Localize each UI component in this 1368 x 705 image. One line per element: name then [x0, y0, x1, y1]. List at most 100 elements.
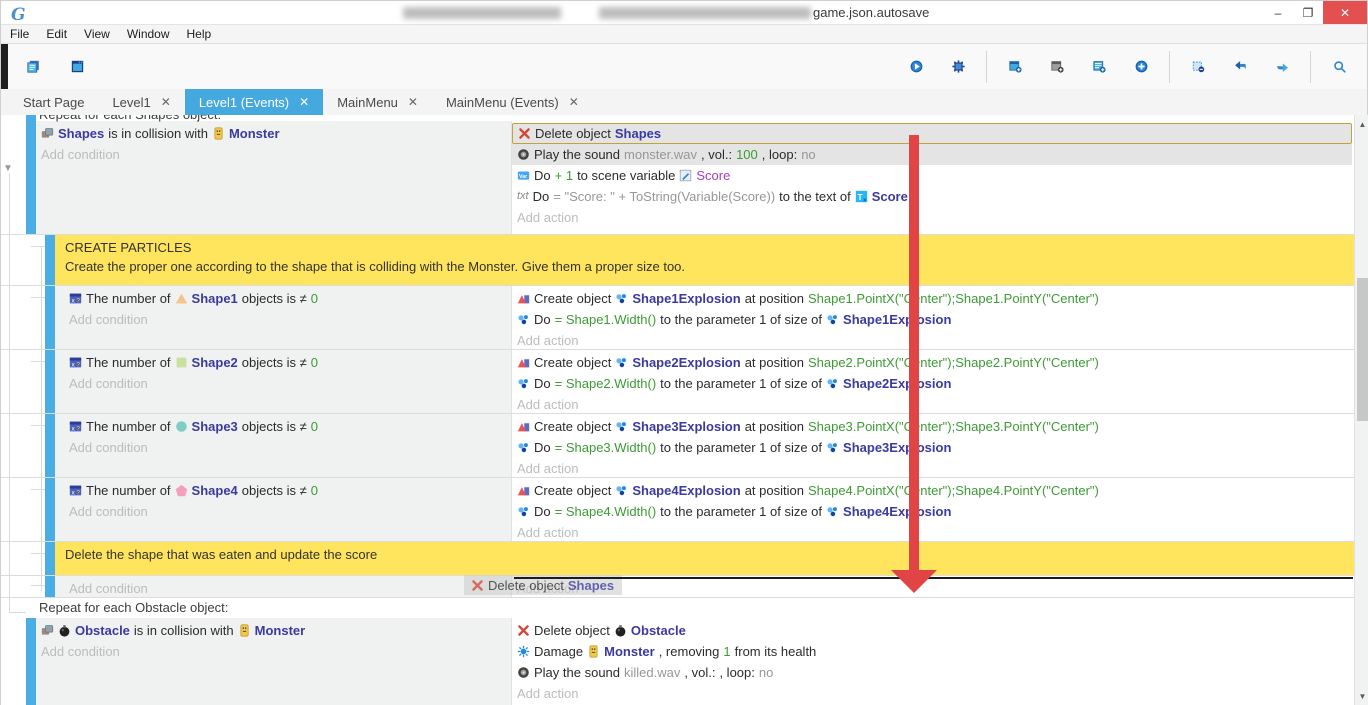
tab-mainmenu-events-[interactable]: MainMenu (Events)✕: [432, 89, 593, 115]
action-row[interactable]: Do = Shape2.Width() to the parameter 1 o…: [512, 373, 1354, 394]
add-condition-link[interactable]: Add condition: [55, 373, 511, 394]
undo-icon: [1234, 60, 1247, 73]
comment-box[interactable]: Delete the shape that was eaten and upda…: [55, 542, 1354, 575]
text-segment: Monster: [255, 623, 306, 638]
add-circle-button[interactable]: [1123, 49, 1159, 85]
particle-icon: [615, 356, 628, 369]
menu-window[interactable]: Window: [127, 27, 170, 41]
scroll-down-icon[interactable]: ▼: [1355, 689, 1368, 704]
add-condition-link[interactable]: Add condition: [36, 144, 511, 165]
text-segment: Monster: [229, 126, 280, 141]
add-action-link[interactable]: Add action: [512, 458, 1354, 479]
project-manager-button[interactable]: [15, 49, 51, 85]
menu-help[interactable]: Help: [187, 27, 212, 41]
collapse-arrow-icon[interactable]: ▼: [3, 163, 13, 174]
event-indent-bar: [45, 414, 55, 477]
action-row[interactable]: Do = Shape4.Width() to the parameter 1 o…: [512, 501, 1354, 522]
text-segment: , removing: [659, 644, 720, 659]
comment-box[interactable]: CREATE PARTICLESCreate the proper one ac…: [55, 235, 1354, 285]
action-row[interactable]: VarDo + 1 to scene variable Score: [512, 165, 1354, 186]
tree-tick: [31, 246, 45, 247]
comment-block[interactable]: CREATE PARTICLESCreate the proper one ac…: [1, 235, 1354, 285]
menu-edit[interactable]: Edit: [46, 27, 67, 41]
text-segment: Shape3.PointX("Center");Shape3.PointY("C…: [808, 419, 1099, 434]
delete-event-button[interactable]: [1180, 49, 1216, 85]
action-row[interactable]: Delete object Obstacle: [512, 620, 1354, 641]
add-condition-link[interactable]: Add condition: [55, 578, 511, 599]
condition-row[interactable]: Obstacle is in collision with Monster: [36, 620, 511, 641]
add-subevent-button[interactable]: [1081, 49, 1117, 85]
event-block[interactable]: Repeat for each Shapes object:Shapes is …: [1, 115, 1354, 234]
maximize-button[interactable]: ❐: [1293, 1, 1323, 24]
create-icon: [517, 356, 530, 369]
action-row[interactable]: Create object Shape1Explosion at positio…: [512, 288, 1354, 309]
action-row[interactable]: Create object Shape3Explosion at positio…: [512, 416, 1354, 437]
action-row[interactable]: Create object Shape4Explosion at positio…: [512, 480, 1354, 501]
tab-level1-events-[interactable]: Level1 (Events)✕: [185, 89, 323, 115]
add-action-link[interactable]: Add action: [512, 330, 1354, 351]
add-condition-link[interactable]: Add condition: [55, 309, 511, 330]
event-block[interactable]: x?The number of Shape2 objects is ≠ 0Add…: [1, 350, 1354, 413]
add-event-icon: [1009, 60, 1022, 73]
event-block[interactable]: x?The number of Shape4 objects is ≠ 0Add…: [1, 478, 1354, 541]
action-row[interactable]: Do = Shape3.Width() to the parameter 1 o…: [512, 437, 1354, 458]
action-row[interactable]: Damage Monster, removing 1 from its heal…: [512, 641, 1354, 662]
close-tab-icon[interactable]: ✕: [299, 95, 309, 109]
condition-row[interactable]: Shapes is in collision with Monster: [36, 123, 511, 144]
condition-row[interactable]: x?The number of Shape2 objects is ≠ 0: [55, 352, 511, 373]
add-action-link[interactable]: Add action: [512, 683, 1354, 704]
add-condition-label: Add condition: [69, 581, 148, 596]
event-block[interactable]: Repeat for each Obstacle object:Obstacle…: [1, 598, 1354, 705]
menu-file[interactable]: File: [10, 27, 29, 41]
redacted-title-text: [403, 7, 561, 19]
scroll-up-icon[interactable]: ▲: [1355, 117, 1368, 132]
preview-play-button[interactable]: [898, 49, 934, 85]
text-segment: 0: [311, 355, 318, 370]
conditions-column: x?The number of Shape4 objects is ≠ 0Add…: [55, 478, 511, 541]
condition-row[interactable]: x?The number of Shape3 objects is ≠ 0: [55, 416, 511, 437]
tab-start-page[interactable]: Start Page: [9, 89, 98, 115]
tab-mainmenu[interactable]: MainMenu ✕: [323, 89, 432, 115]
condition-row[interactable]: x?The number of Shape4 objects is ≠ 0: [55, 480, 511, 501]
text-segment: Obstacle: [631, 623, 686, 638]
tab-level1[interactable]: Level1✕: [98, 89, 184, 115]
close-tab-icon[interactable]: ✕: [161, 95, 171, 109]
add-action-link[interactable]: Add action: [512, 207, 1354, 228]
event-block[interactable]: x?The number of Shape3 objects is ≠ 0Add…: [1, 414, 1354, 477]
add-condition-link[interactable]: Add condition: [55, 437, 511, 458]
scrollbar-thumb[interactable]: [1357, 278, 1368, 421]
add-condition-link[interactable]: Add condition: [36, 641, 511, 662]
redo-button[interactable]: [1264, 49, 1300, 85]
vertical-scrollbar[interactable]: ▲ ▼: [1354, 115, 1368, 705]
minimize-button[interactable]: –: [1263, 1, 1293, 24]
event-block[interactable]: Add conditionAdd action: [1, 576, 1354, 597]
event-block[interactable]: x?The number of Shape1 objects is ≠ 0Add…: [1, 286, 1354, 349]
menu-view[interactable]: View: [84, 27, 110, 41]
toolbar-separator: [1310, 51, 1311, 83]
condition-row[interactable]: x?The number of Shape1 objects is ≠ 0: [55, 288, 511, 309]
add-action-link[interactable]: Add action: [512, 522, 1354, 543]
add-action-link[interactable]: Add action: [512, 394, 1354, 415]
action-row[interactable]: Play the sound monster.wav, vol.: 100, l…: [512, 144, 1352, 165]
close-tab-icon[interactable]: ✕: [408, 95, 418, 109]
add-event-button[interactable]: [997, 49, 1033, 85]
gdevelop-logo-icon: G: [9, 4, 29, 22]
action-row[interactable]: Create object Shape2Explosion at positio…: [512, 352, 1354, 373]
add-comment-button[interactable]: [1039, 49, 1075, 85]
action-row[interactable]: Play the sound killed.wav, vol.: , loop:…: [512, 662, 1354, 683]
debug-button[interactable]: [940, 49, 976, 85]
close-tab-icon[interactable]: ✕: [569, 95, 579, 109]
action-row[interactable]: Delete object Shapes: [512, 123, 1352, 144]
bomb-icon: [58, 624, 71, 637]
action-row[interactable]: txtDo = "Score: " + ToString(Variable(Sc…: [512, 186, 1354, 207]
close-button[interactable]: ✕: [1323, 1, 1367, 24]
add-condition-link[interactable]: Add condition: [55, 501, 511, 522]
start-page-button[interactable]: [59, 49, 95, 85]
text-segment: at position: [745, 483, 804, 498]
tab-label: MainMenu: [337, 95, 398, 110]
text-segment: 1: [723, 644, 730, 659]
comment-block[interactable]: Delete the shape that was eaten and upda…: [1, 542, 1354, 575]
action-row[interactable]: Do = Shape1.Width() to the parameter 1 o…: [512, 309, 1354, 330]
undo-button[interactable]: [1222, 49, 1258, 85]
search-button[interactable]: [1321, 49, 1357, 85]
